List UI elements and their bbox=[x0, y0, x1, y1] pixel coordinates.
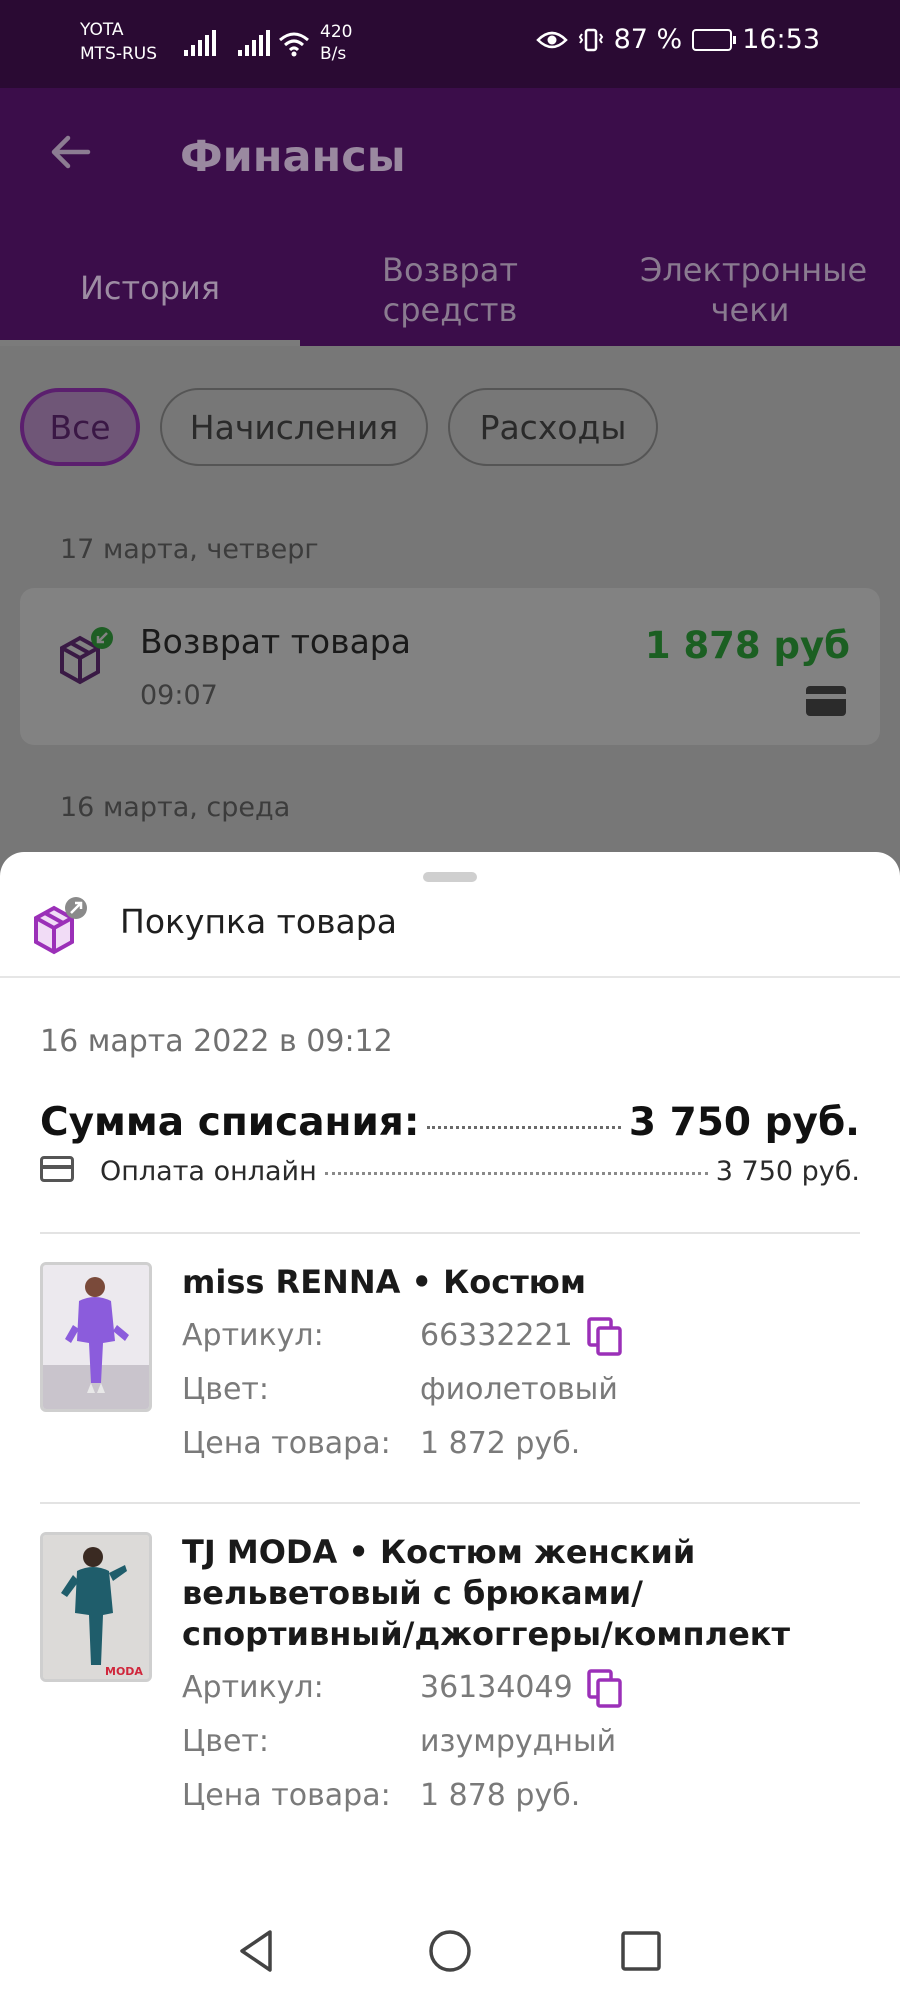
network-speed: 420 B/s bbox=[320, 21, 352, 65]
transaction-time: 09:07 bbox=[140, 680, 218, 711]
vibrate-icon bbox=[578, 28, 603, 51]
purchase-bottom-sheet: Покупка товара 16 марта 2022 в 09:12 Сум… bbox=[0, 852, 900, 2000]
wifi-icon bbox=[279, 32, 309, 57]
divider bbox=[40, 1502, 860, 1504]
payment-value: 3 750 руб. bbox=[715, 1156, 860, 1187]
tab-e-receipts[interactable]: Электронные чеки bbox=[600, 250, 900, 330]
color-value: изумрудный bbox=[420, 1724, 617, 1759]
carrier-info: YOTA MTS-RUS bbox=[80, 18, 157, 66]
product-photo bbox=[43, 1265, 149, 1409]
speed-value: 420 bbox=[320, 22, 353, 42]
page-title: Финансы bbox=[180, 132, 406, 182]
signal-icon-2 bbox=[238, 30, 270, 56]
signal-icon bbox=[184, 30, 216, 56]
transaction-card[interactable]: Возврат товара 09:07 1 878 руб bbox=[20, 588, 880, 745]
card-icon bbox=[806, 686, 846, 716]
filter-chip-all[interactable]: Все bbox=[20, 388, 140, 466]
carrier-2: MTS-RUS bbox=[80, 44, 158, 64]
card-icon bbox=[40, 1156, 74, 1182]
color-label: Цвет: bbox=[182, 1724, 270, 1759]
filter-chip-income[interactable]: Начисления bbox=[160, 388, 428, 466]
dot-leader bbox=[324, 1172, 708, 1175]
box-purchase-icon bbox=[34, 897, 87, 955]
article-value: 66332221 bbox=[420, 1318, 573, 1353]
drag-handle[interactable] bbox=[423, 872, 477, 882]
recents-square-icon[interactable] bbox=[616, 1926, 666, 1976]
purchase-date: 16 марта 2022 в 09:12 bbox=[40, 1024, 393, 1059]
carrier-1: YOTA bbox=[80, 20, 124, 40]
price-value: 1 878 руб. bbox=[420, 1778, 581, 1813]
product-item[interactable]: miss RENNA • Костюм Артикул: 66332221 Цв… bbox=[40, 1262, 860, 1482]
transaction-amount: 1 878 руб bbox=[644, 624, 850, 667]
color-label: Цвет: bbox=[182, 1372, 270, 1407]
status-right: 87 % 16:53 bbox=[535, 24, 820, 55]
charge-sum-label: Сумма списания: bbox=[40, 1100, 420, 1145]
eye-icon bbox=[535, 31, 568, 48]
day-header: 17 марта, четверг bbox=[60, 534, 319, 565]
tab-refunds[interactable]: Возврат средств bbox=[300, 250, 600, 330]
home-circle-icon[interactable] bbox=[425, 1926, 475, 1976]
payment-method: Оплата онлайн bbox=[100, 1156, 317, 1187]
copy-icon[interactable] bbox=[586, 1668, 626, 1710]
price-value: 1 872 руб. bbox=[420, 1426, 581, 1461]
day-header-2: 16 марта, среда bbox=[60, 792, 291, 823]
dot-leader bbox=[427, 1126, 621, 1129]
battery-icon bbox=[692, 28, 737, 51]
article-label: Артикул: bbox=[182, 1318, 324, 1353]
article-value: 36134049 bbox=[420, 1670, 573, 1705]
charge-sum-value: 3 750 руб. bbox=[628, 1100, 860, 1145]
product-item[interactable]: MODA TJ MODA • Костюм женский вельветовы… bbox=[40, 1532, 860, 1832]
sheet-title: Покупка товара bbox=[120, 902, 397, 941]
color-value: фиолетовый bbox=[420, 1372, 618, 1407]
product-name: miss RENNA • Костюм bbox=[182, 1263, 587, 1301]
product-thumbnail[interactable] bbox=[40, 1262, 152, 1412]
price-label: Цена товара: bbox=[182, 1778, 391, 1813]
filter-chip-expenses[interactable]: Расходы bbox=[448, 388, 658, 466]
system-nav-bar bbox=[0, 1900, 900, 2000]
tab-history[interactable]: История bbox=[0, 268, 300, 308]
back-triangle-icon[interactable] bbox=[232, 1926, 282, 1976]
article-label: Артикул: bbox=[182, 1670, 324, 1705]
product-name: TJ MODA • Костюм женский вельветовый с б… bbox=[182, 1533, 791, 1653]
product-photo: MODA bbox=[43, 1535, 149, 1679]
clock: 16:53 bbox=[742, 24, 820, 55]
charge-sum-row: Сумма списания: 3 750 руб. bbox=[40, 1100, 860, 1145]
box-return-icon bbox=[60, 627, 113, 685]
product-thumbnail[interactable]: MODA bbox=[40, 1532, 152, 1682]
status-bar: YOTA MTS-RUS 420 B/s 87 % 16:53 bbox=[0, 0, 900, 88]
transaction-title: Возврат товара bbox=[140, 622, 411, 661]
battery-percent: 87 % bbox=[613, 24, 683, 55]
speed-unit: B/s bbox=[320, 44, 347, 64]
divider bbox=[0, 976, 900, 978]
payment-row: Оплата онлайн 3 750 руб. bbox=[40, 1154, 860, 1187]
thumb-caption: MODA bbox=[105, 1665, 143, 1678]
price-label: Цена товара: bbox=[182, 1426, 391, 1461]
divider bbox=[40, 1232, 860, 1234]
copy-icon[interactable] bbox=[586, 1316, 626, 1358]
back-arrow-icon[interactable] bbox=[48, 130, 92, 174]
